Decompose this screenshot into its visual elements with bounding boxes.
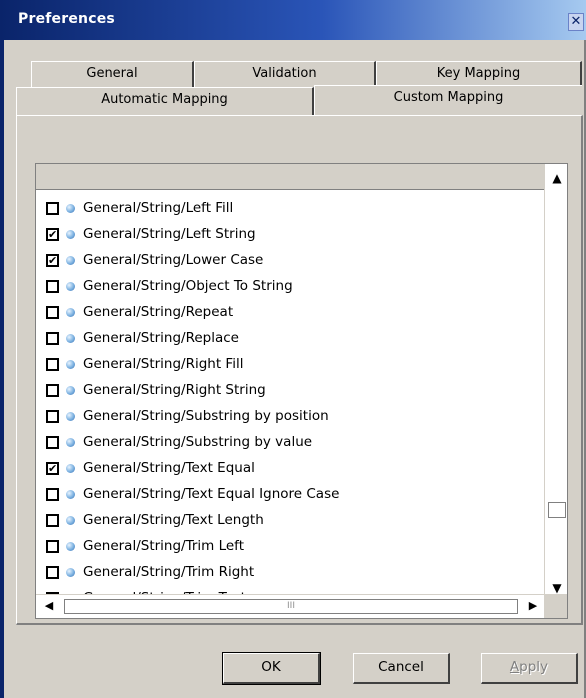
item-label: General/String/Replace xyxy=(83,330,239,346)
list-item[interactable]: General/String/Text Length xyxy=(36,508,544,534)
item-checkbox[interactable]: ✔ xyxy=(46,228,59,241)
tab-label: General xyxy=(86,66,138,81)
bullet-icon xyxy=(66,204,75,213)
item-checkbox[interactable]: ✔ xyxy=(46,254,59,267)
scroll-left-icon[interactable]: ◀ xyxy=(42,599,56,613)
window-title: Preferences xyxy=(18,11,115,27)
item-label: General/String/Repeat xyxy=(83,304,234,320)
bullet-icon xyxy=(66,386,75,395)
item-checkbox[interactable] xyxy=(46,488,59,501)
item-checkbox[interactable] xyxy=(46,202,59,215)
list-rows: General/String/Left Fill ✔ General/String/… xyxy=(36,196,544,612)
item-label: General/String/Left String xyxy=(83,226,256,242)
item-checkbox[interactable] xyxy=(46,436,59,449)
item-checkbox[interactable] xyxy=(46,514,59,527)
list-item[interactable]: General/String/Right String xyxy=(36,378,544,404)
scroll-corner xyxy=(544,594,567,618)
bullet-icon xyxy=(66,490,75,499)
list-item[interactable]: General/String/Substring by position xyxy=(36,404,544,430)
scroll-right-icon[interactable]: ▶ xyxy=(526,599,540,613)
bullet-icon xyxy=(66,542,75,551)
tab-key-mapping[interactable]: Key Mapping xyxy=(376,61,582,87)
item-label: General/String/Right Fill xyxy=(83,356,244,372)
list-item[interactable]: General/String/Trim Right xyxy=(36,560,544,586)
item-checkbox[interactable]: ✔ xyxy=(46,462,59,475)
bullet-icon xyxy=(66,282,75,291)
bullet-icon xyxy=(66,464,75,473)
item-checkbox[interactable] xyxy=(46,280,59,293)
item-checkbox[interactable] xyxy=(46,332,59,345)
list-item[interactable]: General/String/Replace xyxy=(36,326,544,352)
tab-label: Validation xyxy=(252,66,317,81)
item-checkbox[interactable] xyxy=(46,358,59,371)
bullet-icon xyxy=(66,516,75,525)
item-label: General/String/Lower Case xyxy=(83,252,264,268)
grip-icon: III xyxy=(287,601,295,611)
scroll-up-icon[interactable]: ▲ xyxy=(549,170,565,186)
apply-label: pply xyxy=(519,659,549,675)
apply-mnemonic: A xyxy=(509,659,520,675)
mapping-list[interactable]: General/String/Left Fill ✔ General/String/… xyxy=(35,163,568,619)
list-item[interactable]: ✔ General/String/Lower Case xyxy=(36,248,544,274)
tab-label: Custom Mapping xyxy=(393,90,504,105)
bullet-icon xyxy=(66,438,75,447)
item-checkbox[interactable] xyxy=(46,566,59,579)
item-label: General/String/Right String xyxy=(83,382,266,398)
item-label: General/String/Trim Left xyxy=(83,538,244,554)
item-checkbox[interactable] xyxy=(46,384,59,397)
window-frame-left xyxy=(0,40,4,698)
tab-label: Automatic Mapping xyxy=(101,92,228,107)
bullet-icon xyxy=(66,256,75,265)
item-label: General/String/Text Equal xyxy=(83,460,255,476)
list-header xyxy=(36,164,544,190)
item-checkbox[interactable] xyxy=(46,306,59,319)
list-item[interactable]: ✔ General/String/Text Equal xyxy=(36,456,544,482)
vertical-scrollbar[interactable]: ▲ ▼ xyxy=(544,164,567,595)
item-label: General/String/Text Equal Ignore Case xyxy=(83,486,340,502)
item-label: General/String/Object To String xyxy=(83,278,293,294)
list-item[interactable]: General/String/Right Fill xyxy=(36,352,544,378)
bullet-icon xyxy=(66,360,75,369)
item-label: General/String/Substring by position xyxy=(83,408,329,424)
list-item[interactable]: General/String/Object To String xyxy=(36,274,544,300)
tab-automatic-mapping[interactable]: Automatic Mapping xyxy=(16,87,314,115)
bullet-icon xyxy=(66,334,75,343)
horizontal-scrollbar[interactable]: ◀ III ▶ xyxy=(36,594,544,618)
cancel-label: Cancel xyxy=(378,659,424,675)
item-checkbox[interactable] xyxy=(46,410,59,423)
bullet-icon xyxy=(66,568,75,577)
vertical-scroll-thumb[interactable] xyxy=(548,502,566,518)
list-item[interactable]: General/String/Left Fill xyxy=(36,196,544,222)
tab-general[interactable]: General xyxy=(31,61,194,87)
tab-custom-mapping[interactable]: Custom Mapping xyxy=(314,85,582,115)
bullet-icon xyxy=(66,412,75,421)
list-item[interactable]: General/String/Repeat xyxy=(36,300,544,326)
item-label: General/String/Text Length xyxy=(83,512,264,528)
item-label: General/String/Substring by value xyxy=(83,434,313,450)
list-item[interactable]: General/String/Trim Left xyxy=(36,534,544,560)
list-item[interactable]: General/String/Text Equal Ignore Case xyxy=(36,482,544,508)
tab-label: Key Mapping xyxy=(436,66,521,81)
tab-validation[interactable]: Validation xyxy=(194,61,376,87)
apply-button: Apply xyxy=(481,653,578,684)
item-label: General/String/Left Fill xyxy=(83,200,234,216)
cancel-button[interactable]: Cancel xyxy=(353,653,450,684)
item-checkbox[interactable] xyxy=(46,540,59,553)
ok-button[interactable]: OK xyxy=(222,652,321,685)
bullet-icon xyxy=(66,308,75,317)
close-icon[interactable]: ✕ xyxy=(568,13,584,31)
bullet-icon xyxy=(66,230,75,239)
title-bar: Preferences ✕ xyxy=(0,0,586,40)
ok-label: OK xyxy=(261,659,281,675)
horizontal-scroll-thumb[interactable]: III xyxy=(64,599,518,614)
item-label: General/String/Trim Right xyxy=(83,564,255,580)
list-item[interactable]: General/String/Substring by value xyxy=(36,430,544,456)
list-item[interactable]: ✔ General/String/Left String xyxy=(36,222,544,248)
